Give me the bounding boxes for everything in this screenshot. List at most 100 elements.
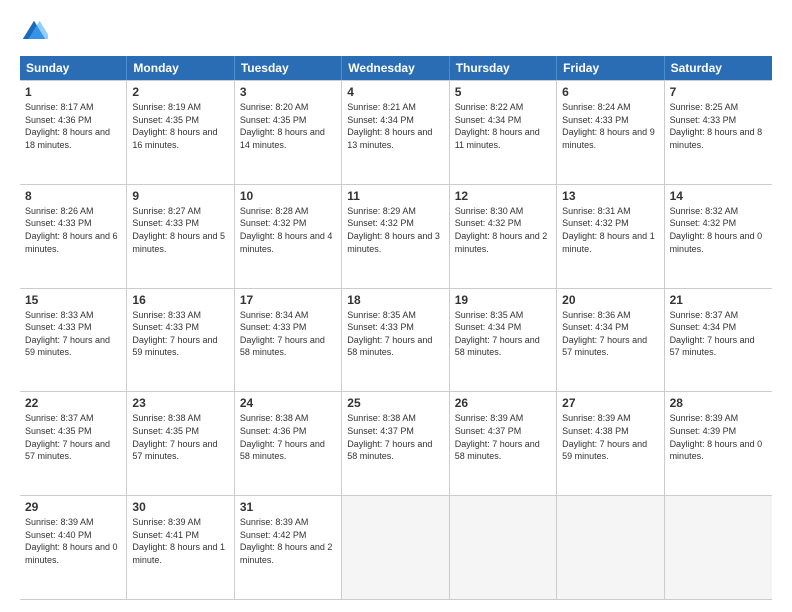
cell-info: Sunrise: 8:27 AMSunset: 4:33 PMDaylight:… xyxy=(132,205,228,255)
day-number: 28 xyxy=(670,396,767,410)
calendar-cell: 27Sunrise: 8:39 AMSunset: 4:38 PMDayligh… xyxy=(557,392,664,495)
calendar-cell: 29 Sunrise: 8:39 AMSunset: 4:40 PMDayligh… xyxy=(20,496,127,599)
calendar-cell xyxy=(557,496,664,599)
day-number: 23 xyxy=(132,396,228,410)
calendar-cell: 30 Sunrise: 8:39 AMSunset: 4:41 PMDayligh… xyxy=(127,496,234,599)
cell-info: Sunrise: 8:37 AMSunset: 4:34 PMDaylight:… xyxy=(670,309,767,359)
page: SundayMondayTuesdayWednesdayThursdayFrid… xyxy=(0,0,792,612)
day-number: 11 xyxy=(347,189,443,203)
cell-info: Sunrise: 8:19 AMSunset: 4:35 PMDaylight:… xyxy=(132,101,228,151)
cell-info: Sunrise: 8:31 AMSunset: 4:32 PMDaylight:… xyxy=(562,205,658,255)
calendar-cell: 26Sunrise: 8:39 AMSunset: 4:37 PMDayligh… xyxy=(450,392,557,495)
calendar-cell: 19 Sunrise: 8:35 AMSunset: 4:34 PMDayligh… xyxy=(450,289,557,392)
cell-info: Sunrise: 8:25 AMSunset: 4:33 PMDaylight:… xyxy=(670,101,767,151)
cell-info: Sunrise: 8:37 AMSunset: 4:35 PMDaylight:… xyxy=(25,412,121,462)
day-number: 30 xyxy=(132,500,228,514)
day-header-monday: Monday xyxy=(127,56,234,80)
calendar-cell: 25Sunrise: 8:38 AMSunset: 4:37 PMDayligh… xyxy=(342,392,449,495)
calendar-cell: 7 Sunrise: 8:25 AMSunset: 4:33 PMDaylight… xyxy=(665,81,772,184)
calendar-cell: 20 Sunrise: 8:36 AMSunset: 4:34 PMDayligh… xyxy=(557,289,664,392)
day-number: 5 xyxy=(455,85,551,99)
calendar-cell xyxy=(665,496,772,599)
day-number: 7 xyxy=(670,85,767,99)
cell-info: Sunrise: 8:17 AMSunset: 4:36 PMDaylight:… xyxy=(25,101,121,151)
day-number: 13 xyxy=(562,189,658,203)
calendar-cell: 8 Sunrise: 8:26 AMSunset: 4:33 PMDaylight… xyxy=(20,185,127,288)
day-header-friday: Friday xyxy=(557,56,664,80)
logo-icon xyxy=(20,18,48,46)
day-header-sunday: Sunday xyxy=(20,56,127,80)
cell-info: Sunrise: 8:28 AMSunset: 4:32 PMDaylight:… xyxy=(240,205,336,255)
day-number: 29 xyxy=(25,500,121,514)
logo xyxy=(20,18,54,46)
day-number: 14 xyxy=(670,189,767,203)
calendar-cell: 9 Sunrise: 8:27 AMSunset: 4:33 PMDaylight… xyxy=(127,185,234,288)
day-number: 18 xyxy=(347,293,443,307)
calendar-cell: 23 Sunrise: 8:38 AMSunset: 4:35 PMDayligh… xyxy=(127,392,234,495)
calendar-cell: 5 Sunrise: 8:22 AMSunset: 4:34 PMDaylight… xyxy=(450,81,557,184)
calendar-cell: 24 Sunrise: 8:38 AMSunset: 4:36 PMDayligh… xyxy=(235,392,342,495)
calendar-cell: 13 Sunrise: 8:31 AMSunset: 4:32 PMDayligh… xyxy=(557,185,664,288)
cell-info: Sunrise: 8:33 AMSunset: 4:33 PMDaylight:… xyxy=(25,309,121,359)
cell-info: Sunrise: 8:39 AMSunset: 4:41 PMDaylight:… xyxy=(132,516,228,566)
cell-info: Sunrise: 8:32 AMSunset: 4:32 PMDaylight:… xyxy=(670,205,767,255)
day-number: 8 xyxy=(25,189,121,203)
cell-info: Sunrise: 8:36 AMSunset: 4:34 PMDaylight:… xyxy=(562,309,658,359)
cell-info: Sunrise: 8:39 AMSunset: 4:37 PMDaylight:… xyxy=(455,412,551,462)
cell-info: Sunrise: 8:20 AMSunset: 4:35 PMDaylight:… xyxy=(240,101,336,151)
day-number: 16 xyxy=(132,293,228,307)
day-number: 4 xyxy=(347,85,443,99)
cell-info: Sunrise: 8:21 AMSunset: 4:34 PMDaylight:… xyxy=(347,101,443,151)
cell-info: Sunrise: 8:33 AMSunset: 4:33 PMDaylight:… xyxy=(132,309,228,359)
cell-info: Sunrise: 8:22 AMSunset: 4:34 PMDaylight:… xyxy=(455,101,551,151)
calendar-header: SundayMondayTuesdayWednesdayThursdayFrid… xyxy=(20,56,772,80)
cell-info: Sunrise: 8:38 AMSunset: 4:36 PMDaylight:… xyxy=(240,412,336,462)
calendar-cell: 28Sunrise: 8:39 AMSunset: 4:39 PMDayligh… xyxy=(665,392,772,495)
calendar-cell: 22Sunrise: 8:37 AMSunset: 4:35 PMDayligh… xyxy=(20,392,127,495)
calendar-cell: 2 Sunrise: 8:19 AMSunset: 4:35 PMDaylight… xyxy=(127,81,234,184)
day-number: 2 xyxy=(132,85,228,99)
calendar-cell: 15Sunrise: 8:33 AMSunset: 4:33 PMDayligh… xyxy=(20,289,127,392)
calendar-cell: 10 Sunrise: 8:28 AMSunset: 4:32 PMDayligh… xyxy=(235,185,342,288)
cell-info: Sunrise: 8:35 AMSunset: 4:34 PMDaylight:… xyxy=(455,309,551,359)
calendar-week-5: 29 Sunrise: 8:39 AMSunset: 4:40 PMDayligh… xyxy=(20,496,772,600)
cell-info: Sunrise: 8:39 AMSunset: 4:38 PMDaylight:… xyxy=(562,412,658,462)
calendar-cell: 12Sunrise: 8:30 AMSunset: 4:32 PMDayligh… xyxy=(450,185,557,288)
day-number: 25 xyxy=(347,396,443,410)
cell-info: Sunrise: 8:38 AMSunset: 4:35 PMDaylight:… xyxy=(132,412,228,462)
calendar-cell: 31Sunrise: 8:39 AMSunset: 4:42 PMDayligh… xyxy=(235,496,342,599)
day-number: 24 xyxy=(240,396,336,410)
calendar-week-1: 1Sunrise: 8:17 AMSunset: 4:36 PMDaylight… xyxy=(20,80,772,185)
day-number: 3 xyxy=(240,85,336,99)
day-number: 12 xyxy=(455,189,551,203)
calendar-week-3: 15Sunrise: 8:33 AMSunset: 4:33 PMDayligh… xyxy=(20,289,772,393)
day-header-wednesday: Wednesday xyxy=(342,56,449,80)
calendar-cell: 17 Sunrise: 8:34 AMSunset: 4:33 PMDayligh… xyxy=(235,289,342,392)
calendar-body: 1Sunrise: 8:17 AMSunset: 4:36 PMDaylight… xyxy=(20,80,772,600)
calendar-cell: 3 Sunrise: 8:20 AMSunset: 4:35 PMDaylight… xyxy=(235,81,342,184)
calendar-cell xyxy=(450,496,557,599)
calendar-cell: 4 Sunrise: 8:21 AMSunset: 4:34 PMDaylight… xyxy=(342,81,449,184)
cell-info: Sunrise: 8:34 AMSunset: 4:33 PMDaylight:… xyxy=(240,309,336,359)
day-number: 17 xyxy=(240,293,336,307)
cell-info: Sunrise: 8:39 AMSunset: 4:40 PMDaylight:… xyxy=(25,516,121,566)
day-number: 9 xyxy=(132,189,228,203)
calendar-cell: 6Sunrise: 8:24 AMSunset: 4:33 PMDaylight… xyxy=(557,81,664,184)
cell-info: Sunrise: 8:24 AMSunset: 4:33 PMDaylight:… xyxy=(562,101,658,151)
header xyxy=(20,18,772,46)
calendar-cell: 11 Sunrise: 8:29 AMSunset: 4:32 PMDayligh… xyxy=(342,185,449,288)
cell-info: Sunrise: 8:26 AMSunset: 4:33 PMDaylight:… xyxy=(25,205,121,255)
day-number: 10 xyxy=(240,189,336,203)
calendar-cell xyxy=(342,496,449,599)
cell-info: Sunrise: 8:39 AMSunset: 4:42 PMDaylight:… xyxy=(240,516,336,566)
calendar-week-2: 8 Sunrise: 8:26 AMSunset: 4:33 PMDaylight… xyxy=(20,185,772,289)
calendar-cell: 16 Sunrise: 8:33 AMSunset: 4:33 PMDayligh… xyxy=(127,289,234,392)
calendar-week-4: 22Sunrise: 8:37 AMSunset: 4:35 PMDayligh… xyxy=(20,392,772,496)
day-number: 21 xyxy=(670,293,767,307)
cell-info: Sunrise: 8:29 AMSunset: 4:32 PMDaylight:… xyxy=(347,205,443,255)
calendar: SundayMondayTuesdayWednesdayThursdayFrid… xyxy=(20,56,772,600)
cell-info: Sunrise: 8:35 AMSunset: 4:33 PMDaylight:… xyxy=(347,309,443,359)
day-number: 20 xyxy=(562,293,658,307)
day-number: 19 xyxy=(455,293,551,307)
calendar-cell: 21 Sunrise: 8:37 AMSunset: 4:34 PMDayligh… xyxy=(665,289,772,392)
